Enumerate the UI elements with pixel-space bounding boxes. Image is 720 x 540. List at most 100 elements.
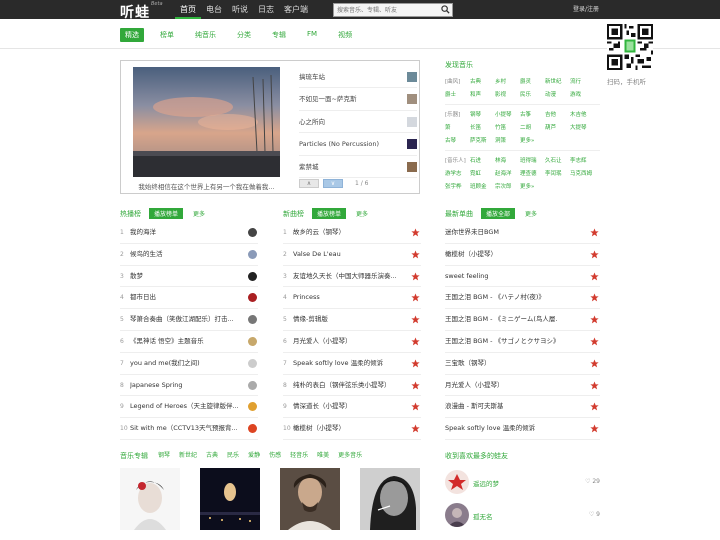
album-cover[interactable] — [200, 468, 260, 530]
single-row[interactable]: 王国之泪 BGM - 《ハテノ村(夜)》 — [445, 287, 600, 310]
single-row[interactable]: 三宝歌（钢琴） — [445, 353, 600, 375]
new-chart-row[interactable]: 7 Speak softly love 温柔的倾诉 — [283, 353, 421, 375]
tag-link[interactable]: 宗次郎 — [495, 181, 520, 194]
featured-photo[interactable] — [133, 67, 280, 177]
login-link[interactable]: 登录/注册 — [573, 4, 599, 13]
song-title[interactable]: sweet feeling — [445, 266, 488, 287]
top-nav-client[interactable]: 客户端 — [279, 0, 313, 19]
top-nav-home[interactable]: 首页 — [175, 0, 201, 19]
sub-nav-categories[interactable]: 分类 — [232, 28, 256, 42]
tag-link[interactable]: 箫 — [445, 122, 470, 135]
new-chart-row[interactable]: 3 友谊地久天长（中国大师器乐演奏... — [283, 266, 421, 288]
hot-chart-row[interactable]: 8 Japanese Spring — [120, 375, 258, 397]
album-genre-link[interactable]: 唯美 — [317, 451, 329, 461]
single-row[interactable]: 迷你世界未日BGM — [445, 222, 600, 244]
song-title[interactable]: 浪漫曲 - 斯可夫斯基 — [445, 396, 503, 417]
song-title[interactable]: 情缘-剪辑版 — [293, 309, 328, 330]
tag-link[interactable]: 吉他 — [545, 109, 570, 122]
tag-link[interactable]: 流行 — [570, 76, 595, 89]
song-title[interactable]: you and me(我们之间) — [130, 353, 200, 374]
new-chart-row[interactable]: 4 Princess — [283, 287, 421, 310]
new-chart-row[interactable]: 5 情缘-剪辑版 — [283, 309, 421, 331]
sub-nav-pure-music[interactable]: 纯音乐 — [190, 28, 221, 42]
album-genre-link[interactable]: 古典 — [206, 451, 218, 461]
song-title[interactable]: Legend of Heroes（天主旋律版伴... — [130, 396, 239, 417]
tag-link[interactable]: 古筝 — [520, 109, 545, 122]
hot-chart-row[interactable]: 10 Sit with me（CCTV13天气预报背... — [120, 418, 258, 440]
tag-link[interactable]: 班顾金 — [470, 181, 495, 194]
friend-name[interactable]: 孤无名 — [473, 511, 493, 521]
friend-name[interactable]: 遥远的梦 — [473, 478, 499, 488]
song-title[interactable]: 我的海洋 — [130, 222, 156, 243]
tag-link[interactable]: 林海 — [495, 155, 520, 168]
album-genre-link[interactable]: 更多音乐 — [338, 451, 362, 461]
album-genre-link[interactable]: 新世纪 — [179, 451, 197, 461]
top-nav-talk[interactable]: 听说 — [227, 0, 253, 19]
tag-link[interactable]: 大提琴 — [570, 122, 595, 135]
search-input[interactable] — [333, 3, 453, 17]
new-chart-row[interactable]: 6 月光爱人（小提琴） — [283, 331, 421, 353]
tag-link[interactable]: 二胡 — [520, 122, 545, 135]
tag-link[interactable]: 葫芦 — [545, 122, 570, 135]
single-row[interactable]: sweet feeling — [445, 266, 600, 288]
friend-item[interactable]: 遥远的梦 ♡ 29 — [445, 470, 600, 496]
tag-link[interactable]: 乡村 — [495, 76, 520, 89]
song-title[interactable]: 琴箫合奏曲（笑傲江湖配乐）打击... — [130, 309, 234, 330]
new-chart-row[interactable]: 10 橄榄树（小提琴） — [283, 418, 421, 440]
tag-link[interactable]: 更多» — [520, 181, 545, 194]
song-title[interactable]: 情深道长（小提琴） — [293, 396, 352, 417]
song-title[interactable]: Speak softly love 温柔的倾诉 — [445, 418, 535, 439]
sub-nav-video[interactable]: 视频 — [333, 28, 357, 42]
tag-link[interactable]: 张宇桦 — [445, 181, 470, 194]
tag-link[interactable]: 班得瑞 — [520, 155, 545, 168]
search-icon[interactable] — [441, 5, 450, 14]
tag-link[interactable]: 霓虹 — [470, 168, 495, 181]
featured-item[interactable]: 不如见一面~萨克斯 — [299, 88, 417, 111]
hot-chart-row[interactable]: 3 散梦 — [120, 266, 258, 288]
single-row[interactable]: 橄榄树（小提琴） — [445, 244, 600, 266]
song-title[interactable]: 月光爱人（小提琴） — [293, 331, 352, 352]
tag-link[interactable]: 洞箫 — [495, 135, 520, 148]
tag-link[interactable]: 小提琴 — [495, 109, 520, 122]
album-cover[interactable] — [360, 468, 420, 530]
tag-link[interactable]: 爵灵 — [520, 76, 545, 89]
featured-item[interactable]: 搞琉车站 — [299, 66, 417, 89]
song-title[interactable]: 橄榄树（小提琴） — [293, 418, 345, 439]
tag-link[interactable]: 动漫 — [545, 89, 570, 102]
hot-chart-row[interactable]: 9 Legend of Heroes（天主旋律版伴... — [120, 396, 258, 419]
song-title[interactable]: 纯朴的表白（钢伴弦乐类小提琴） — [293, 375, 391, 396]
pager-next-button[interactable]: ∨ — [323, 179, 343, 188]
song-title[interactable]: 月光爱人（小提琴） — [445, 375, 504, 396]
song-title[interactable]: Sit with me（CCTV13天气预报背... — [130, 418, 238, 439]
song-title[interactable]: 候鸟的生活 — [130, 244, 163, 265]
singles-play-all-button[interactable]: 播放全部 — [481, 208, 516, 219]
single-row[interactable]: Speak softly love 温柔的倾诉 — [445, 418, 600, 440]
song-title[interactable]: 友谊地久天长（中国大师器乐演奏... — [293, 266, 397, 287]
single-row[interactable]: 王国之泪 BGM - 《サゴノとクサヨシ》 — [445, 331, 600, 353]
tag-link[interactable]: 理查德 — [520, 168, 545, 181]
album-genre-link[interactable]: 轻音乐 — [290, 451, 308, 461]
new-chart-row[interactable]: 2 Valse De L'eau — [283, 244, 421, 266]
tag-link[interactable]: 木吉他 — [570, 109, 595, 122]
song-title[interactable]: 王国之泪 BGM - 《ハテノ村(夜)》 — [445, 287, 545, 308]
hot-chart-more-link[interactable]: 更多 — [193, 209, 205, 218]
hot-chart-row[interactable]: 7 you and me(我们之间) — [120, 353, 258, 375]
tag-link[interactable]: 和声 — [470, 89, 495, 102]
tag-link[interactable]: 竹笛 — [495, 122, 520, 135]
album-genre-link[interactable]: 民乐 — [227, 451, 239, 461]
tag-link[interactable]: 钢琴 — [470, 109, 495, 122]
hot-chart-row[interactable]: 5 琴箫合奏曲（笑傲江湖配乐）打击... — [120, 309, 258, 331]
song-title[interactable]: 迷你世界未日BGM — [445, 222, 499, 243]
tag-link[interactable]: 民乐 — [520, 89, 545, 102]
friend-item[interactable]: 孤无名 ♡ 9 — [445, 503, 600, 529]
tag-link[interactable]: 更多» — [520, 135, 545, 148]
tag-link[interactable]: 古典 — [470, 76, 495, 89]
song-title[interactable]: 王国之泪 BGM - 《ミニゲーム(鸟人層... — [445, 309, 557, 330]
new-chart-row[interactable]: 8 纯朴的表白（钢伴弦乐类小提琴） — [283, 375, 421, 397]
hot-chart-play-button[interactable]: 播放榜单 — [149, 208, 184, 219]
single-row[interactable]: 王国之泪 BGM - 《ミニゲーム(鸟人層... — [445, 309, 600, 331]
tag-link[interactable]: 赵海洋 — [495, 168, 520, 181]
song-title[interactable]: 三宝歌（钢琴） — [445, 353, 491, 374]
featured-item[interactable]: 心之所向 — [299, 111, 417, 134]
song-title[interactable]: 都市日出 — [130, 287, 156, 308]
